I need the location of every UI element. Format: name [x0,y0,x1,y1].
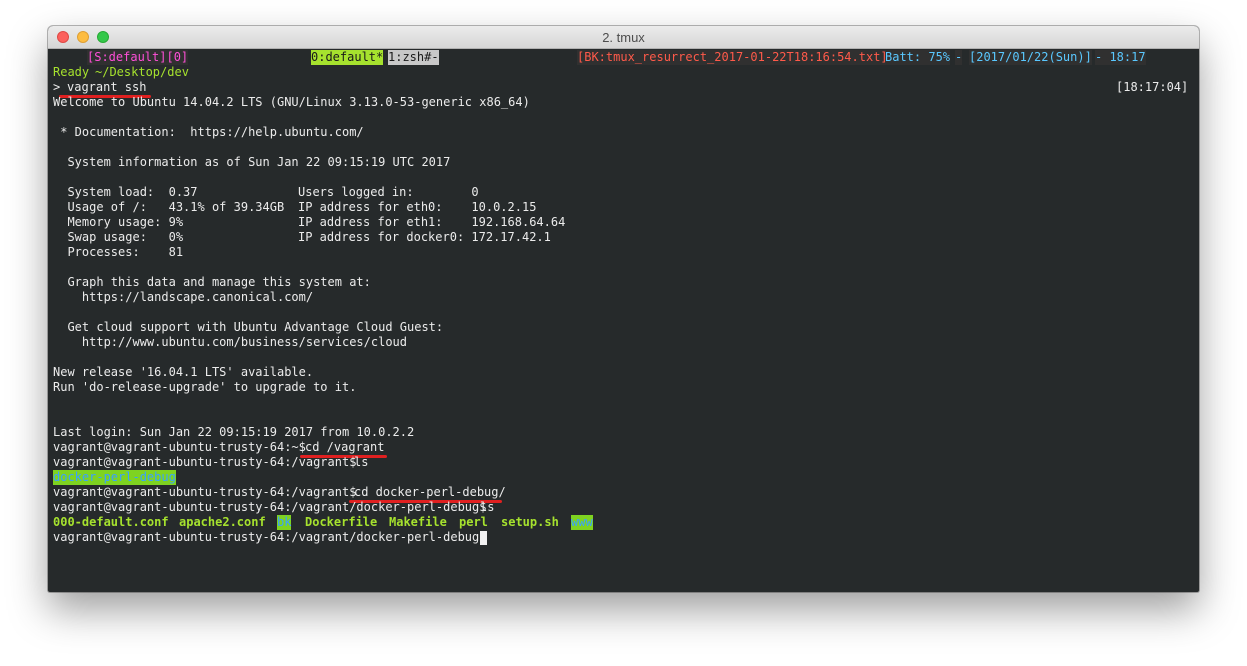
command-vagrant-ssh: vagrant ssh [67,80,147,94]
prompt-status-line: Ready ~/Desktop/dev [53,65,189,80]
prompt-right-time: [18:17:04] [1116,80,1189,94]
motd-usage: Usage of /: 43.1% of 39.34GB [53,200,285,214]
command-cd-vagrant: cd /vagrant [305,440,385,454]
session-line-cd-debug: vagrant@vagrant-ubuntu-trusty-64:/vagran… [53,485,506,500]
prompt-symbol: > [53,80,61,94]
session-line-cd-vagrant: vagrant@vagrant-ubuntu-trusty-64:~$ cd /… [53,440,384,455]
command-ls-2: ls [480,500,495,514]
motd-ip-eth0: IP address for eth0: 10.0.2.15 [298,200,537,214]
terminal-cursor [480,531,487,545]
motd-graph-line: Graph this data and manage this system a… [53,275,371,289]
motd-new-release: New release '16.04.1 LTS' available. [53,365,314,379]
ls-file-setup-sh[interactable]: setup.sh [501,515,559,530]
tmux-window-active[interactable]: 0:default* [311,50,384,65]
tmux-date-label: [2017/01/22(Sun)] [969,50,1092,65]
prompt-current: vagrant@vagrant-ubuntu-trusty-64:/vagran… [53,530,487,544]
prompt-status: Ready [53,65,90,79]
ls-dir-www[interactable]: www [571,515,593,530]
prompt-vagrant-2: vagrant@vagrant-ubuntu-trusty-64:/vagran… [53,485,357,499]
motd-welcome: Welcome to Ubuntu 14.04.2 LTS (GNU/Linux… [53,95,530,109]
window-title: 2. tmux [602,30,645,45]
session-line-current: vagrant@vagrant-ubuntu-trusty-64:/vagran… [53,530,486,545]
ls-file-000-default-conf[interactable]: 000-default.conf [53,515,169,530]
prompt-debug: vagrant@vagrant-ubuntu-trusty-64:/vagran… [53,500,487,514]
prompt-directory: ~/Desktop/dev [95,65,189,79]
motd-memory: Memory usage: 9% [53,215,184,229]
tmux-separator: - [955,50,963,65]
motd-processes: Processes: 81 [53,245,184,259]
ls-output-1: docker-perl-debug [53,470,176,485]
motd-swap: Swap usage: 0% [53,230,184,244]
session-line-ls-2: vagrant@vagrant-ubuntu-trusty-64:/vagran… [53,500,494,515]
session-line-ls-1: vagrant@vagrant-ubuntu-trusty-64:/vagran… [53,455,368,470]
command-cd-debug: cd docker-perl-debug/ [354,485,506,499]
command-ls-1: ls [354,455,369,469]
ls-dir-docker-perl-debug[interactable]: docker-perl-debug [53,470,176,485]
motd-documentation: * Documentation: https://help.ubuntu.com… [53,125,364,139]
tmux-status-bar: [S:default][0] 0:default* 1:zsh#- [BK:tm… [48,50,1199,65]
ls-dir-perl[interactable]: perl [459,515,488,530]
ls-output-2: 000-default.conf apache2.conf bk Dockerf… [53,515,593,530]
tmux-battery-label: Batt: 75% [885,50,951,65]
title-bar[interactable]: 2. tmux [48,26,1199,49]
ls-file-apache2-conf[interactable]: apache2.conf [179,515,266,530]
motd-last-login: Last login: Sun Jan 22 09:15:19 2017 fro… [53,425,415,439]
ls-file-dockerfile[interactable]: Dockerfile [305,515,377,530]
motd-sysinfo-header: System information as of Sun Jan 22 09:1… [53,155,451,169]
motd-cloud-line: Get cloud support with Ubuntu Advantage … [53,320,444,334]
tmux-window-other[interactable]: 1:zsh#- [388,50,439,65]
ls-dir-bk[interactable]: bk [277,515,292,530]
terminal-content[interactable]: [S:default][0] 0:default* 1:zsh#- [BK:tm… [48,49,1199,592]
terminal-window: 2. tmux [S:default][0] 0:default* 1:zsh#… [48,26,1199,592]
ls-file-makefile[interactable]: Makefile [389,515,447,530]
motd-ip-eth1: IP address for eth1: 192.168.64.64 [298,215,566,229]
motd-system-load: System load: 0.37 [53,185,198,199]
motd-cloud-url: http://www.ubuntu.com/business/services/… [53,335,408,349]
tmux-time-label: - 18:17 [1095,50,1146,65]
motd-graph-url: https://landscape.canonical.com/ [53,290,314,304]
prompt-vagrant: vagrant@vagrant-ubuntu-trusty-64:/vagran… [53,455,357,469]
tmux-resurrect-label: [BK:tmux_resurrect_2017-01-22T18:16:54.t… [577,50,888,65]
prompt-home: vagrant@vagrant-ubuntu-trusty-64:~$ [53,440,306,454]
prompt-command-line: > vagrant ssh [53,80,146,95]
motd-upgrade-hint: Run 'do-release-upgrade' to upgrade to i… [53,380,357,394]
motd-ip-docker0: IP address for docker0: 172.17.42.1 [298,230,551,244]
motd-users-logged-in: Users logged in: 0 [298,185,479,199]
tmux-session-label: [S:default][0] [87,50,189,65]
